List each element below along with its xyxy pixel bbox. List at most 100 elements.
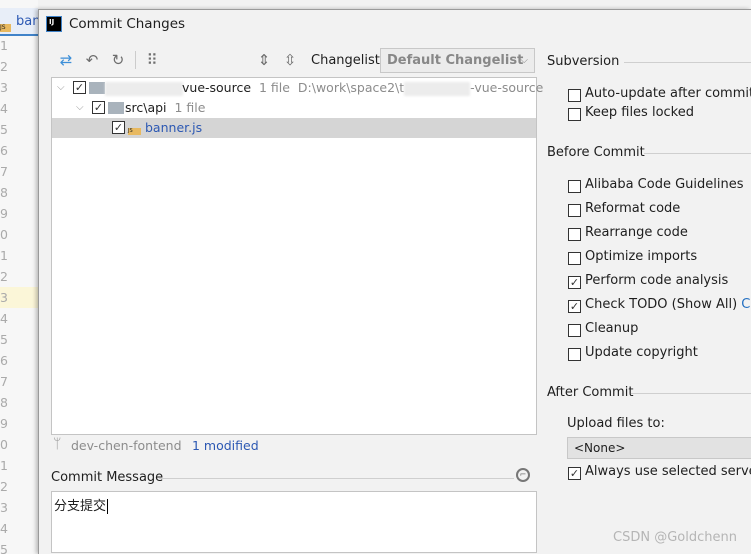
always-use-server-label: Always use selected server o (585, 464, 751, 479)
option-label: Check TODO (Show All) (585, 297, 738, 312)
line-number: 3 (0, 80, 8, 95)
divider (644, 153, 751, 154)
line-number: 10 (0, 227, 8, 242)
intellij-logo: IJ (46, 16, 62, 32)
show-diff-icon[interactable]: ⇄ (57, 51, 75, 69)
branch-icon: ᛘ (53, 436, 62, 452)
after-commit-section-title: After Commit (547, 385, 634, 400)
file-name: banner.js (145, 120, 203, 135)
line-number: 13 (0, 287, 38, 308)
option-checkbox[interactable] (568, 324, 581, 337)
line-number: 17 (0, 374, 8, 389)
chevron-down-icon: ⌵ (76, 102, 84, 113)
line-number: 7 (0, 164, 8, 179)
blurred-module-prefix (105, 78, 183, 98)
commit-message-label: Commit Message (51, 470, 164, 485)
tree-row-folder[interactable]: ⌵ ✓ src\api 1 file (52, 98, 536, 118)
folder-count: 1 file (174, 100, 206, 115)
collapse-all-icon[interactable]: ⇳ (281, 51, 299, 69)
line-number: 12 (0, 269, 8, 284)
line-number: 9 (0, 206, 8, 221)
changes-tree[interactable]: ⌵ ✓ vue-source 1 file D:\work\space2\t -v… (51, 77, 543, 435)
commit-message-input[interactable]: 分支提交 (51, 491, 537, 553)
option-label: Optimize imports (585, 249, 698, 264)
chevron-down-icon: ⌵ (520, 55, 528, 66)
dialog-title: Commit Changes (69, 16, 186, 32)
upload-server-value: <None> (574, 441, 626, 455)
folder-checkbox[interactable]: ✓ (92, 101, 105, 114)
option-checkbox[interactable] (568, 252, 581, 265)
option-checkbox[interactable]: ✓ (568, 276, 581, 289)
always-use-server-checkbox[interactable]: ✓ (568, 467, 581, 480)
history-icon[interactable]: ⌐ (516, 468, 530, 482)
line-number: 11 (0, 248, 8, 263)
changelist-value: Default Changelist (387, 53, 524, 68)
commit-changes-dialog: IJ Commit Changes ⇄ ↶ ↻ ⠿ ⇕ ⇳ Changelist… (38, 9, 751, 554)
rollback-icon[interactable]: ↶ (83, 51, 101, 69)
divider (624, 62, 751, 63)
line-number: 5 (0, 122, 8, 137)
line-number: 20 (0, 437, 8, 452)
option-label: Rearrange code (585, 225, 688, 240)
root-count: 1 file (258, 80, 290, 95)
changelist-label: Changelist: (311, 53, 385, 68)
root-path: D:\work\space2\t (297, 80, 405, 95)
line-number: 2 (0, 59, 8, 74)
js-file-icon: JS (128, 128, 141, 135)
configure-link[interactable]: Conf (741, 297, 751, 312)
line-number: 4 (0, 101, 8, 116)
option-label: Reformat code (585, 201, 681, 216)
toolbar-divider (135, 51, 136, 69)
option-checkbox[interactable]: ✓ (568, 300, 581, 313)
file-checkbox[interactable]: ✓ (112, 121, 125, 134)
option-checkbox[interactable] (568, 228, 581, 241)
line-number: 14 (0, 311, 8, 326)
upload-server-dropdown[interactable]: <None> (567, 437, 751, 459)
group-by-icon[interactable]: ⠿ (143, 51, 161, 69)
changelist-dropdown[interactable]: Default Changelist ⌵ (380, 48, 535, 73)
option-checkbox[interactable] (568, 108, 581, 121)
option-label: Perform code analysis (585, 273, 729, 288)
option-checkbox[interactable] (568, 180, 581, 193)
option-label: Keep files locked (585, 105, 694, 120)
blurred-path (404, 81, 471, 96)
before-commit-section-title: Before Commit (547, 145, 645, 160)
js-file-icon: JS (0, 24, 11, 32)
line-number: 18 (0, 395, 8, 410)
module-folder-icon (89, 82, 105, 94)
line-number: 16 (0, 353, 8, 368)
branch-name[interactable]: dev-chen-fontend (71, 438, 182, 453)
line-number: 23 (0, 500, 8, 515)
line-number: 22 (0, 479, 8, 494)
line-number: 1 (0, 38, 8, 53)
refresh-icon[interactable]: ↻ (109, 51, 127, 69)
upload-files-label: Upload files to: (567, 416, 665, 431)
option-checkbox[interactable] (568, 89, 581, 102)
modified-count[interactable]: 1 modified (192, 438, 259, 453)
line-number: 24 (0, 521, 8, 536)
folder-name: src\api (125, 100, 167, 115)
editor-tab[interactable]: JS banner.js (0, 8, 38, 36)
option-label: Alibaba Code Guidelines (585, 177, 744, 192)
watermark: CSDN @Goldchenn (613, 530, 737, 545)
expand-all-icon[interactable]: ⇕ (255, 51, 273, 69)
divider (631, 393, 751, 394)
text-caret (107, 499, 109, 514)
root-name: vue-source (182, 80, 252, 95)
option-checkbox[interactable] (568, 204, 581, 217)
editor-tab-label: banner.js (16, 14, 38, 29)
option-label: Auto-update after commit (585, 86, 751, 101)
commit-message-text: 分支提交 (54, 499, 107, 514)
line-number: 25 (0, 542, 8, 554)
divider (159, 478, 514, 479)
line-number: 19 (0, 416, 8, 431)
tree-row-root[interactable]: ⌵ ✓ vue-source 1 file D:\work\space2\t -v… (52, 78, 543, 98)
option-label: Update copyright (585, 345, 698, 360)
line-number: 15 (0, 332, 8, 347)
option-checkbox[interactable] (568, 348, 581, 361)
root-checkbox[interactable]: ✓ (73, 81, 86, 94)
editor-gutter: JS banner.js 123456789101112131415161718… (0, 0, 38, 554)
line-number: 8 (0, 185, 8, 200)
tree-row-file[interactable]: ✓ JS banner.js (52, 118, 536, 138)
root-path-suffix: -vue-source (470, 80, 544, 95)
